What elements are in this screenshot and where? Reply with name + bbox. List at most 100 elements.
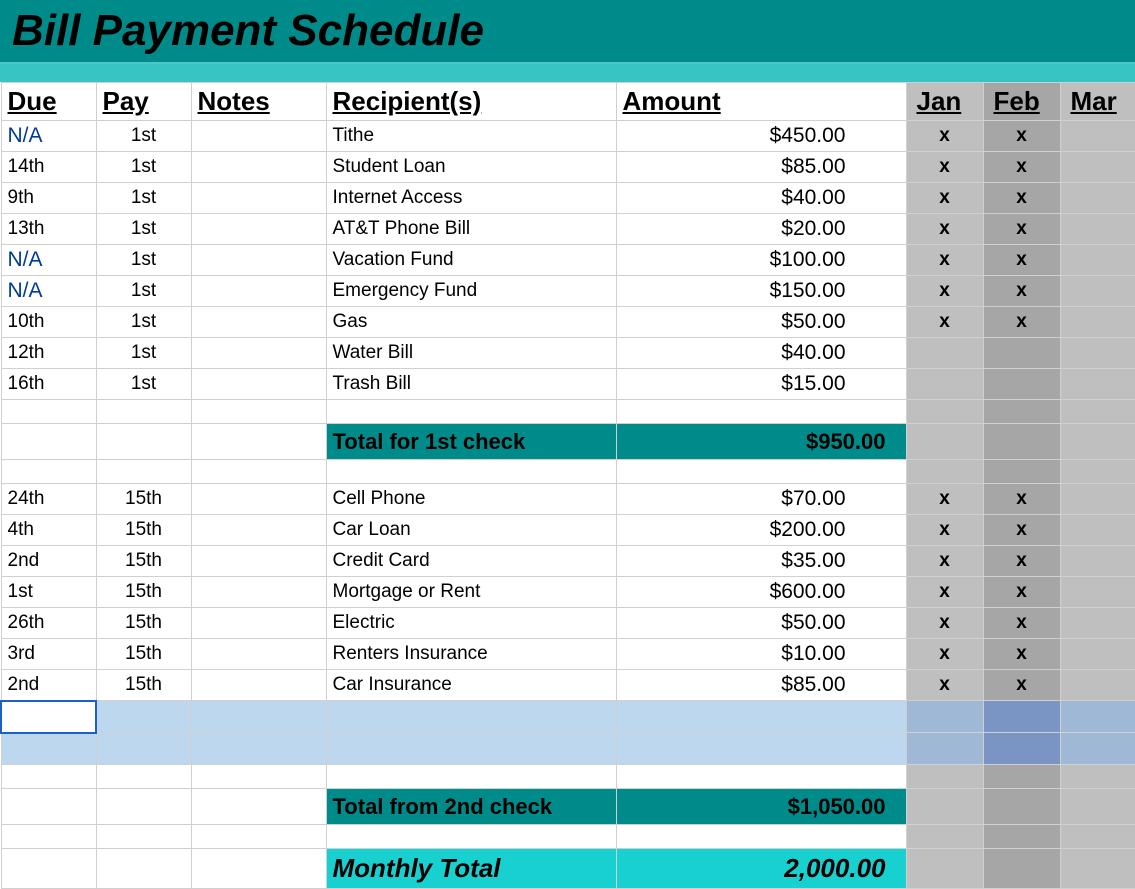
header-feb[interactable]: Feb [983, 83, 1060, 121]
notes-cell[interactable] [191, 276, 326, 307]
notes-cell[interactable] [191, 369, 326, 400]
jan-cell[interactable] [906, 369, 983, 400]
recipient-cell[interactable]: Car Loan [326, 515, 616, 546]
due-cell[interactable]: 16th [1, 369, 96, 400]
due-cell[interactable]: 1st [1, 577, 96, 608]
jan-cell[interactable] [906, 338, 983, 369]
due-cell[interactable]: 14th [1, 152, 96, 183]
amount-cell[interactable]: $50.00 [616, 608, 906, 639]
amount-cell[interactable]: $20.00 [616, 214, 906, 245]
due-cell[interactable]: 2nd [1, 670, 96, 701]
feb-cell[interactable]: x [983, 608, 1060, 639]
due-cell[interactable]: 9th [1, 183, 96, 214]
pay-cell[interactable]: 1st [96, 369, 191, 400]
amount-cell[interactable]: $35.00 [616, 546, 906, 577]
due-cell[interactable]: 4th [1, 515, 96, 546]
mar-cell[interactable] [1060, 484, 1135, 515]
notes-cell[interactable] [191, 245, 326, 276]
mar-cell[interactable] [1060, 276, 1135, 307]
feb-cell[interactable]: x [983, 670, 1060, 701]
header-amount[interactable]: Amount [616, 83, 906, 121]
feb-cell[interactable]: x [983, 546, 1060, 577]
header-pay[interactable]: Pay [96, 83, 191, 121]
amount-cell[interactable]: $50.00 [616, 307, 906, 338]
notes-cell[interactable] [191, 515, 326, 546]
recipient-cell[interactable]: Mortgage or Rent [326, 577, 616, 608]
due-cell[interactable]: 12th [1, 338, 96, 369]
recipient-cell[interactable]: Emergency Fund [326, 276, 616, 307]
notes-cell[interactable] [191, 670, 326, 701]
mar-cell[interactable] [1060, 152, 1135, 183]
feb-cell[interactable]: x [983, 307, 1060, 338]
feb-cell[interactable]: x [983, 276, 1060, 307]
mar-cell[interactable] [1060, 369, 1135, 400]
mar-cell[interactable] [1060, 515, 1135, 546]
feb-cell[interactable]: x [983, 484, 1060, 515]
feb-cell[interactable] [983, 369, 1060, 400]
jan-cell[interactable]: x [906, 608, 983, 639]
recipient-cell[interactable]: Tithe [326, 121, 616, 152]
due-cell[interactable]: 13th [1, 214, 96, 245]
jan-cell[interactable]: x [906, 214, 983, 245]
active-cell[interactable] [1, 701, 96, 733]
due-cell[interactable]: 2nd [1, 546, 96, 577]
feb-cell[interactable]: x [983, 214, 1060, 245]
amount-cell[interactable]: $70.00 [616, 484, 906, 515]
jan-cell[interactable]: x [906, 152, 983, 183]
feb-cell[interactable]: x [983, 183, 1060, 214]
jan-cell[interactable]: x [906, 276, 983, 307]
jan-cell[interactable]: x [906, 121, 983, 152]
mar-cell[interactable] [1060, 307, 1135, 338]
amount-cell[interactable]: $600.00 [616, 577, 906, 608]
amount-cell[interactable]: $85.00 [616, 670, 906, 701]
amount-cell[interactable]: $10.00 [616, 639, 906, 670]
due-cell[interactable]: 26th [1, 608, 96, 639]
header-notes[interactable]: Notes [191, 83, 326, 121]
jan-cell[interactable]: x [906, 307, 983, 338]
pay-cell[interactable]: 1st [96, 338, 191, 369]
notes-cell[interactable] [191, 152, 326, 183]
jan-cell[interactable]: x [906, 639, 983, 670]
notes-cell[interactable] [191, 214, 326, 245]
pay-cell[interactable]: 1st [96, 214, 191, 245]
jan-cell[interactable]: x [906, 515, 983, 546]
pay-cell[interactable]: 15th [96, 484, 191, 515]
pay-cell[interactable]: 1st [96, 152, 191, 183]
recipient-cell[interactable]: Renters Insurance [326, 639, 616, 670]
recipient-cell[interactable]: Water Bill [326, 338, 616, 369]
pay-cell[interactable]: 15th [96, 515, 191, 546]
recipient-cell[interactable]: Electric [326, 608, 616, 639]
pay-cell[interactable]: 15th [96, 577, 191, 608]
amount-cell[interactable]: $150.00 [616, 276, 906, 307]
jan-cell[interactable]: x [906, 546, 983, 577]
recipient-cell[interactable]: Internet Access [326, 183, 616, 214]
due-cell[interactable]: 3rd [1, 639, 96, 670]
feb-cell[interactable]: x [983, 639, 1060, 670]
mar-cell[interactable] [1060, 245, 1135, 276]
amount-cell[interactable]: $40.00 [616, 183, 906, 214]
due-cell[interactable]: 24th [1, 484, 96, 515]
amount-cell[interactable]: $450.00 [616, 121, 906, 152]
feb-cell[interactable]: x [983, 152, 1060, 183]
due-cell[interactable]: N/A [1, 276, 96, 307]
amount-cell[interactable]: $100.00 [616, 245, 906, 276]
due-cell[interactable]: 10th [1, 307, 96, 338]
notes-cell[interactable] [191, 484, 326, 515]
header-mar[interactable]: Mar [1060, 83, 1135, 121]
recipient-cell[interactable]: Cell Phone [326, 484, 616, 515]
notes-cell[interactable] [191, 577, 326, 608]
pay-cell[interactable]: 1st [96, 183, 191, 214]
due-cell[interactable]: N/A [1, 121, 96, 152]
jan-cell[interactable]: x [906, 183, 983, 214]
mar-cell[interactable] [1060, 639, 1135, 670]
feb-cell[interactable]: x [983, 245, 1060, 276]
pay-cell[interactable]: 15th [96, 639, 191, 670]
amount-cell[interactable]: $200.00 [616, 515, 906, 546]
notes-cell[interactable] [191, 608, 326, 639]
amount-cell[interactable]: $85.00 [616, 152, 906, 183]
mar-cell[interactable] [1060, 214, 1135, 245]
pay-cell[interactable]: 15th [96, 608, 191, 639]
pay-cell[interactable]: 1st [96, 121, 191, 152]
due-cell[interactable]: N/A [1, 245, 96, 276]
pay-cell[interactable]: 15th [96, 546, 191, 577]
